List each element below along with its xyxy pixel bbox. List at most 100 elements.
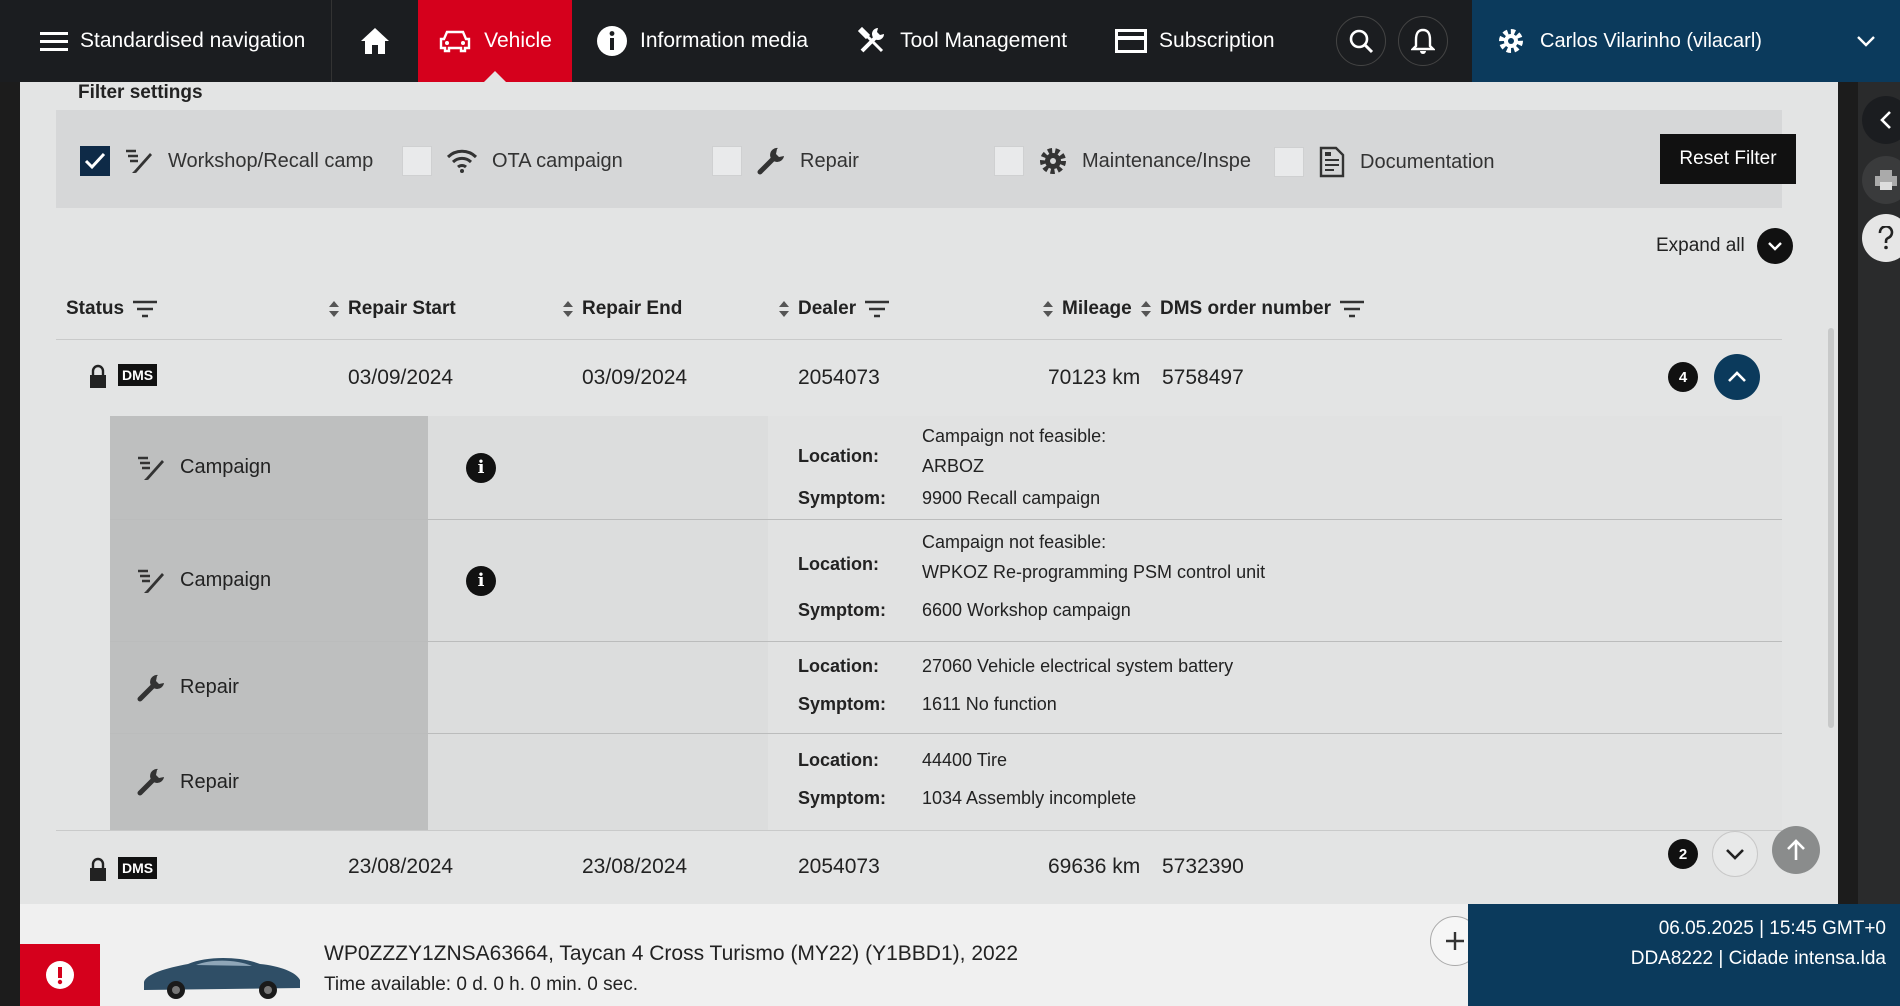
home-icon — [361, 28, 389, 54]
lock-icon — [90, 364, 106, 388]
vehicle-footer: WP0ZZZY1ZNSA63664, Taycan 4 Cross Turism… — [20, 904, 1900, 1006]
symptom-value: 6600 Workshop campaign — [922, 600, 1131, 620]
filter-icon[interactable] — [1339, 299, 1365, 319]
detail-type-label: Campaign — [180, 569, 272, 591]
filter-documentation-checkbox[interactable] — [1274, 147, 1304, 177]
filter-ota-campaign[interactable]: OTA campaign — [402, 146, 623, 176]
detail-info-cell: i — [428, 416, 768, 519]
arrow-up-icon — [1787, 839, 1805, 860]
chevron-left-icon — [1880, 111, 1891, 129]
expand-row-button[interactable] — [1712, 831, 1758, 877]
tab-information-media[interactable]: Information media — [572, 0, 832, 82]
dms-order-number: 5732390 — [1162, 855, 1244, 878]
filter-maintenance-label: Maintenance/Inspe — [1082, 149, 1252, 172]
standardised-navigation-label: Standardised navigation — [80, 29, 306, 52]
print-button[interactable] — [1862, 156, 1900, 204]
tab-subscription[interactable]: Subscription — [1091, 0, 1299, 82]
filter-workshop-recall[interactable]: Workshop/Recall camp — [80, 146, 373, 176]
filter-repair[interactable]: Repair — [712, 146, 859, 176]
collapse-row-button[interactable] — [1714, 354, 1760, 400]
filter-documentation[interactable]: Documentation — [1274, 146, 1495, 178]
expand-all-toggle[interactable]: Expand all — [1656, 228, 1793, 264]
wifi-icon — [446, 149, 478, 173]
info-icon — [597, 26, 627, 56]
session-status: 06.05.2025 | 15:45 GMT+0 DDA8222 | Cidad… — [1468, 904, 1900, 1006]
info-icon[interactable]: i — [466, 452, 496, 483]
scrollbar-thumb[interactable] — [1828, 328, 1834, 728]
detail-row: Repair Location: 44400 Tire Symptom: 103… — [110, 734, 1782, 830]
tools-icon — [857, 26, 885, 53]
gear-icon — [1040, 148, 1066, 174]
search-button[interactable] — [1336, 16, 1386, 66]
location-label: Location: — [798, 656, 879, 676]
location-value: Campaign not feasible: — [922, 426, 1107, 446]
header-dms-order[interactable]: DMS order number — [1140, 298, 1365, 320]
checkmark-icon — [84, 152, 106, 170]
collapse-sidebar-button[interactable] — [1862, 96, 1900, 144]
header-repair-start[interactable]: Repair Start — [328, 298, 456, 320]
filter-workshop-recall-checkbox[interactable] — [80, 146, 110, 176]
detail-text: Location: 44400 Tire Symptom: 1034 Assem… — [768, 734, 1782, 830]
filter-ota-checkbox[interactable] — [402, 146, 432, 176]
detail-text: Location: 27060 Vehicle electrical syste… — [768, 642, 1782, 733]
filter-panel: Workshop/Recall camp OTA campaign Repair… — [56, 110, 1796, 208]
mileage: 69636 km — [1048, 855, 1141, 878]
repair-end: 23/08/2024 — [582, 855, 688, 878]
scrollbar[interactable] — [1826, 88, 1836, 878]
reset-filter-button[interactable]: Reset Filter — [1660, 134, 1796, 184]
campaign-icon — [126, 149, 152, 173]
notifications-button[interactable] — [1398, 16, 1448, 66]
header-mileage[interactable]: Mileage — [1042, 298, 1132, 320]
card-icon — [1115, 29, 1148, 53]
filter-icon[interactable] — [132, 299, 158, 319]
home-button[interactable] — [332, 0, 418, 82]
wrench-icon — [137, 768, 164, 796]
question-icon — [1878, 226, 1894, 250]
table-row[interactable]: DMS 23/08/2024 23/08/2024 2054073 69636 … — [56, 830, 1782, 904]
detail-type: Repair — [110, 642, 428, 733]
top-navigation: Standardised navigation Vehicle Informat… — [0, 0, 1900, 82]
repair-end: 03/09/2024 — [582, 366, 688, 389]
info-icon[interactable]: i — [466, 565, 496, 596]
chevron-down-icon — [1857, 36, 1875, 47]
user-menu[interactable]: Carlos Vilarinho (vilacarl) — [1472, 0, 1900, 82]
detail-text: Location: Campaign not feasible: ARBOZ S… — [768, 416, 1782, 519]
sort-icon — [779, 301, 789, 317]
tab-tool-management[interactable]: Tool Management — [832, 0, 1091, 82]
filter-maintenance-checkbox[interactable] — [994, 146, 1024, 176]
dealer: 2054073 — [798, 855, 880, 878]
filter-repair-checkbox[interactable] — [712, 146, 742, 176]
detail-type: Repair — [110, 734, 428, 830]
table-row[interactable]: DMS 03/09/2024 03/09/2024 2054073 70123 … — [56, 342, 1782, 416]
wrench-icon — [137, 674, 164, 701]
scroll-to-top-button[interactable] — [1772, 826, 1820, 874]
tab-vehicle-label: Vehicle — [484, 29, 552, 52]
filter-icon[interactable] — [864, 299, 890, 319]
campaign-icon — [138, 569, 164, 593]
chevron-down-icon — [1767, 242, 1782, 251]
filter-workshop-recall-label: Workshop/Recall camp — [168, 149, 374, 172]
location-label: Location: — [798, 554, 879, 574]
help-button[interactable] — [1862, 214, 1900, 262]
table-header: Status Repair Start Repair End Dealer Mi… — [56, 278, 1782, 340]
expand-all-label: Expand all — [1656, 235, 1745, 256]
vehicle-description: WP0ZZZY1ZNSA63664, Taycan 4 Cross Turism… — [324, 942, 1019, 965]
filter-maintenance[interactable]: Maintenance/Inspe — [994, 146, 1251, 176]
dms-badge: DMS — [118, 364, 158, 386]
symptom-label: Symptom: — [798, 788, 887, 808]
detail-row: Campaign i Location: Campaign not feasib… — [110, 416, 1782, 520]
alert-button[interactable] — [20, 944, 100, 1006]
document-icon — [1319, 146, 1345, 178]
tab-vehicle[interactable]: Vehicle — [418, 0, 572, 82]
campaign-icon — [138, 456, 164, 480]
symptom-value: 1034 Assembly incomplete — [922, 788, 1137, 808]
standardised-navigation-button[interactable]: Standardised navigation — [0, 0, 332, 82]
tab-information-media-label: Information media — [640, 29, 809, 52]
repair-start: 03/09/2024 — [348, 366, 454, 389]
header-dealer[interactable]: Dealer — [778, 298, 890, 320]
sort-icon — [1043, 301, 1053, 317]
header-repair-end[interactable]: Repair End — [562, 298, 682, 320]
dms-order-number: 5758497 — [1162, 366, 1244, 389]
location-value: 44400 Tire — [922, 750, 1008, 770]
expand-all-button[interactable] — [1756, 228, 1793, 264]
